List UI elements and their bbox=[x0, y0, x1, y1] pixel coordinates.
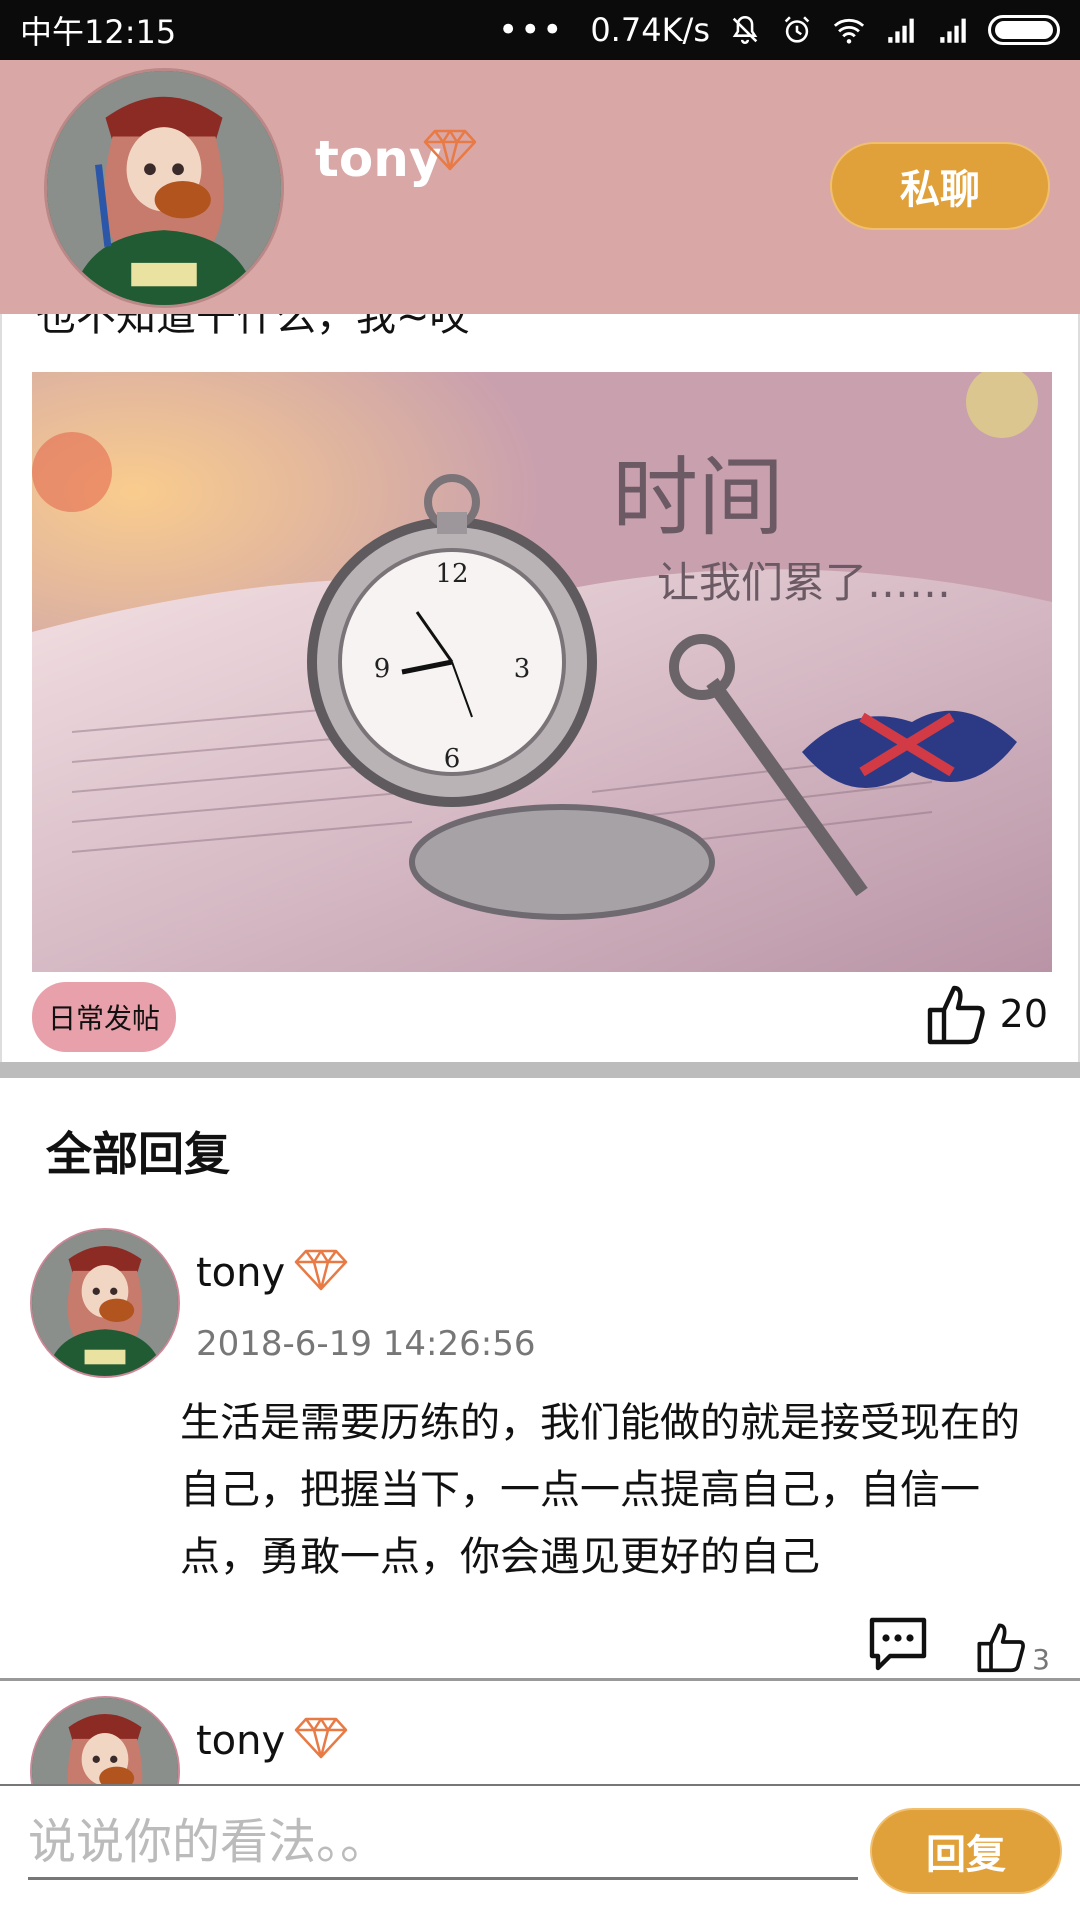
post-like-count: 20 bbox=[999, 992, 1048, 1036]
bell-off-icon bbox=[732, 15, 758, 44]
reply-submit-button[interactable]: 回复 bbox=[870, 1808, 1062, 1894]
status-time: 中午12:15 bbox=[20, 13, 177, 51]
post-like-button[interactable]: 20 bbox=[926, 982, 1048, 1046]
svg-text:3: 3 bbox=[514, 654, 531, 684]
reply-item: tony bbox=[0, 1694, 1080, 1784]
svg-text:12: 12 bbox=[435, 559, 468, 589]
post-image[interactable]: 12 3 6 9 时间 让我们累了…… bbox=[32, 372, 1052, 972]
avatar-illustration-icon bbox=[32, 1698, 178, 1784]
reply-divider bbox=[0, 1678, 1080, 1681]
svg-text:6: 6 bbox=[444, 744, 461, 774]
image-caption-text: 让我们累了…… bbox=[657, 558, 951, 607]
profile-header: tony 私聊 bbox=[0, 60, 1080, 314]
comment-icon[interactable] bbox=[866, 1614, 930, 1674]
battery-icon bbox=[988, 15, 1060, 45]
reply-timestamp: 2018-6-19 14:26:56 bbox=[196, 1324, 536, 1364]
network-speed: 0.74K/s bbox=[590, 11, 710, 49]
status-bar: 中午12:15 ••• 0.74K/s bbox=[0, 0, 1080, 60]
thumbs-up-icon bbox=[977, 1623, 1026, 1673]
reply-author-name[interactable]: tony bbox=[196, 1250, 285, 1296]
reply-like-button[interactable]: 3 bbox=[976, 1620, 1050, 1674]
more-dots-icon: ••• bbox=[498, 10, 565, 50]
private-chat-button[interactable]: 私聊 bbox=[830, 142, 1050, 230]
svg-text:9: 9 bbox=[374, 654, 391, 684]
reply-item: tony 2018-6-19 14:26:56 生活是需要历练的，我们能做的就是… bbox=[0, 1226, 1080, 1676]
diamond-icon bbox=[294, 1717, 348, 1759]
comment-input-bar: 回复 bbox=[0, 1784, 1080, 1920]
thumbs-up-icon bbox=[927, 985, 985, 1045]
wifi-icon bbox=[833, 18, 865, 44]
avatar-illustration-icon bbox=[47, 71, 281, 305]
reply-content: 生活是需要历练的，我们能做的就是接受现在的自己，把握当下，一点一点提高自己，自信… bbox=[180, 1400, 1020, 1580]
reply-avatar[interactable] bbox=[30, 1696, 180, 1784]
post-text: 也不知道干什么，我~哎 bbox=[36, 314, 470, 340]
section-divider bbox=[0, 1062, 1080, 1078]
pocket-watch-image-icon: 12 3 6 9 时间 让我们累了…… bbox=[32, 372, 1052, 972]
avatar-illustration-icon bbox=[32, 1230, 178, 1376]
diamond-icon bbox=[294, 1249, 348, 1291]
post-tag[interactable]: 日常发帖 bbox=[32, 982, 177, 1052]
reply-avatar[interactable] bbox=[30, 1228, 180, 1378]
signal-icon bbox=[888, 18, 914, 43]
post-card: 也不知道干什么，我~哎 12 3 6 9 时间 让我们累了…… 日常发帖 20 bbox=[0, 314, 1080, 1062]
reply-actions: 3 bbox=[866, 1614, 1050, 1674]
signal-icon-2 bbox=[940, 18, 966, 43]
status-icons: ••• 0.74K/s bbox=[498, 10, 1060, 50]
reply-like-count: 3 bbox=[1032, 1643, 1050, 1676]
diamond-icon bbox=[423, 129, 477, 171]
alarm-icon bbox=[784, 16, 810, 43]
avatar[interactable] bbox=[44, 68, 284, 308]
replies-heading: 全部回复 bbox=[46, 1127, 230, 1181]
image-title-text: 时间 bbox=[612, 448, 784, 548]
reply-author-name[interactable]: tony bbox=[196, 1718, 285, 1764]
comment-input[interactable] bbox=[28, 1806, 858, 1880]
